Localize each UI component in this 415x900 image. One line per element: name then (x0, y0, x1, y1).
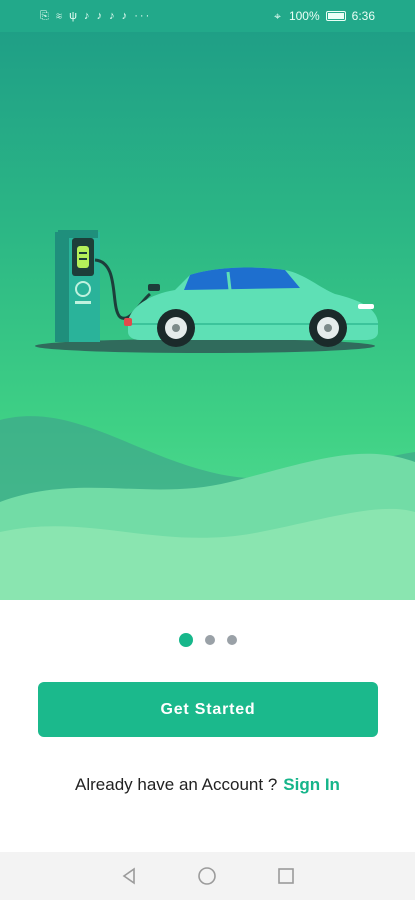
status-left: ⎘ ≋ ψ ♪ ♪ ♪ ♪ ··· (40, 10, 151, 23)
recents-square-icon (278, 868, 294, 884)
onboarding-pager (0, 633, 415, 647)
battery-icon (325, 11, 346, 21)
clock: 6:36 (351, 9, 375, 23)
notification-icons: ⎘ ≋ ψ ♪ ♪ ♪ ♪ ··· (40, 9, 152, 22)
ev-charging-illustration (0, 230, 415, 600)
hero-illustration (0, 32, 415, 600)
nav-back-button[interactable] (119, 866, 139, 886)
account-prompt: Already have an Account ? (75, 775, 278, 794)
home-circle-icon (198, 867, 217, 885)
sign-in-row: Already have an Account ? Sign In (0, 775, 415, 795)
battery-percent: 100% (288, 9, 320, 23)
location-icon: ⌖ (274, 8, 281, 23)
status-right: ⌖ 100% 6:36 (274, 9, 375, 24)
back-triangle-icon (122, 867, 135, 885)
system-navigation-bar (0, 852, 415, 900)
pager-dot-3[interactable] (226, 635, 237, 645)
sign-in-link[interactable]: Sign In (283, 775, 340, 795)
get-started-button[interactable]: Get Started (38, 682, 378, 737)
status-bar: ⎘ ≋ ψ ♪ ♪ ♪ ♪ ··· ⌖ 100% 6:36 (0, 0, 415, 32)
nav-home-button[interactable] (197, 866, 217, 886)
pager-dot-2[interactable] (204, 635, 215, 645)
pager-dot-1[interactable] (178, 633, 193, 647)
nav-recents-button[interactable] (276, 866, 296, 886)
electric-car-icon (124, 267, 378, 347)
